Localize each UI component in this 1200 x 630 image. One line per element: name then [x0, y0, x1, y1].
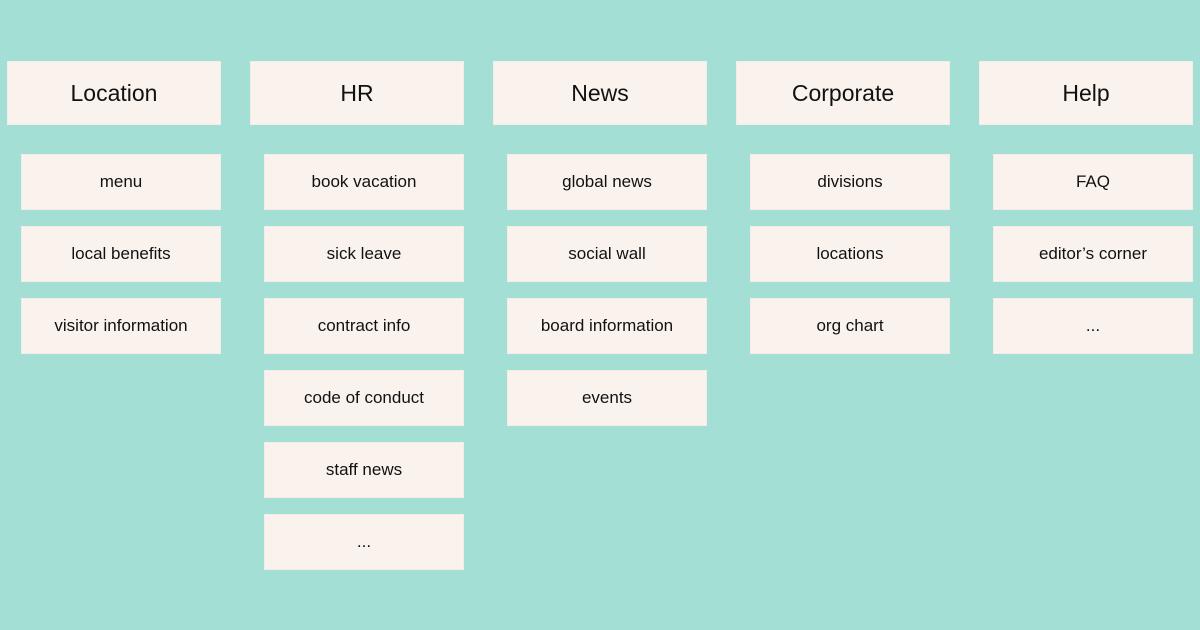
sitemap-item[interactable]: code of conduct — [264, 370, 464, 426]
sitemap-item[interactable]: locations — [750, 226, 950, 282]
sitemap-item[interactable]: contract info — [264, 298, 464, 354]
sitemap-item[interactable]: org chart — [750, 298, 950, 354]
sitemap-item[interactable]: ... — [993, 298, 1193, 354]
sitemap-item[interactable]: global news — [507, 154, 707, 210]
sitemap-item[interactable]: divisions — [750, 154, 950, 210]
sitemap-item[interactable]: menu — [21, 154, 221, 210]
sitemap-item[interactable]: board information — [507, 298, 707, 354]
category-location[interactable]: Location — [7, 61, 221, 125]
category-help[interactable]: Help — [979, 61, 1193, 125]
sitemap-item[interactable]: visitor information — [21, 298, 221, 354]
sitemap-item[interactable]: book vacation — [264, 154, 464, 210]
sitemap-item[interactable]: events — [507, 370, 707, 426]
sitemap-item[interactable]: social wall — [507, 226, 707, 282]
sitemap-item[interactable]: editor’s corner — [993, 226, 1193, 282]
category-news[interactable]: News — [493, 61, 707, 125]
sitemap-item[interactable]: local benefits — [21, 226, 221, 282]
category-corporate[interactable]: Corporate — [736, 61, 950, 125]
category-hr[interactable]: HR — [250, 61, 464, 125]
sitemap-item[interactable]: staff news — [264, 442, 464, 498]
sitemap-item[interactable]: ... — [264, 514, 464, 570]
sitemap-item[interactable]: FAQ — [993, 154, 1193, 210]
sitemap-item[interactable]: sick leave — [264, 226, 464, 282]
